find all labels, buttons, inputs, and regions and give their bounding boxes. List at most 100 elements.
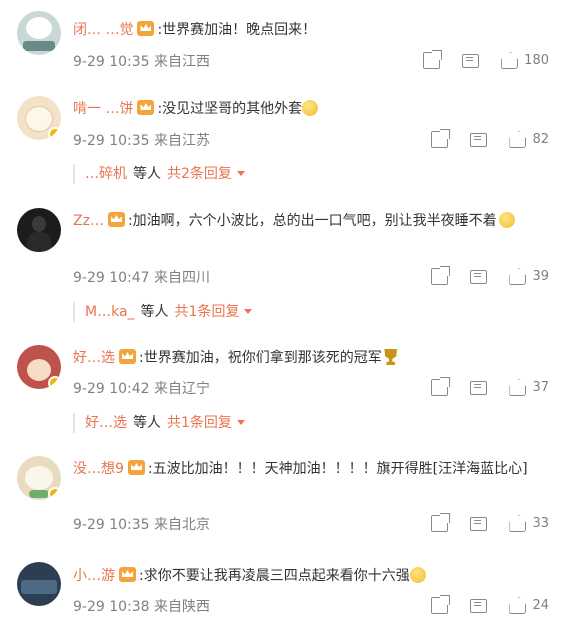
avatar[interactable] [17,96,61,140]
comment-actions: 39 [431,266,549,285]
timestamp: 9-29 10:35 [73,133,150,149]
like-button[interactable]: 39 [509,268,549,285]
comment-meta: 9-29 10:35 来自江苏 [73,130,210,150]
share-button[interactable] [423,50,443,69]
share-button[interactable] [431,595,451,614]
emoji-icon [409,567,426,583]
reply-etc: 等人 [133,415,161,431]
share-button[interactable] [431,513,451,532]
location: 来自江苏 [154,133,211,149]
reply-button[interactable] [462,53,480,68]
crown-badge-icon [137,21,155,36]
expand-replies-link[interactable]: 共1条回复 [167,415,232,431]
like-count: 24 [532,598,549,613]
avatar[interactable] [17,562,61,606]
share-icon [431,513,451,532]
username[interactable]: 闭… …觉 [73,22,133,38]
username[interactable]: 没…想9 [73,461,124,477]
username[interactable]: Zz… [73,213,104,229]
share-icon [431,129,451,148]
share-icon [431,266,451,285]
reply-author[interactable]: …碎机 [85,166,127,182]
expand-replies-link[interactable]: 共2条回复 [167,166,232,182]
like-button[interactable]: 180 [501,52,549,69]
reply-etc: 等人 [133,166,161,182]
share-icon [431,377,451,396]
reply-button[interactable] [470,380,488,395]
comment-icon [470,380,488,395]
comment-actions: 180 [423,50,549,69]
share-button[interactable] [431,377,451,396]
reply-etc: 等人 [140,304,169,320]
reply-button[interactable] [470,269,488,284]
thumbs-up-icon [509,268,527,285]
username[interactable]: 啃一 …饼 [73,101,133,117]
comment-actions: 24 [431,595,549,614]
avatar[interactable] [17,456,61,500]
reply-author[interactable]: 好…选 [85,415,127,431]
like-count: 33 [532,516,549,531]
like-count: 39 [532,269,549,284]
reply-button[interactable] [470,598,488,613]
comment-text: :五波比加油！！！天神加油！！！！旗开得胜[汪洋海蓝比心] [147,461,528,477]
reply-button[interactable] [470,516,488,531]
location: 来自陕西 [154,599,211,615]
like-button[interactable]: 24 [509,597,549,614]
avatar[interactable] [17,208,61,252]
expand-replies-link[interactable]: 共1条回复 [175,304,240,320]
like-count: 82 [532,132,549,147]
timestamp: 9-29 10:38 [73,599,150,615]
thumbs-up-icon [509,131,527,148]
comment-meta: 9-29 10:35 来自江西 [73,51,210,71]
timestamp: 9-29 10:47 [73,270,150,286]
like-button[interactable]: 82 [509,131,549,148]
username[interactable]: 小…游 [73,568,115,584]
like-count: 37 [532,380,549,395]
reply-summary[interactable]: 好…选 等人 共1条回复 [73,413,245,433]
reply-author[interactable]: M…ka_ [85,304,135,320]
comment-body: Zz… :加油啊，六个小波比，总的出一口气吧，别让我半夜睡不着 [73,210,555,232]
thumbs-up-icon [501,52,519,69]
caret-down-icon [244,309,253,314]
comment-icon [470,598,488,613]
like-button[interactable]: 33 [509,515,549,532]
caret-down-icon [236,171,245,176]
comment-text: :加油啊，六个小波比，总的出一口气吧，别让我半夜睡不着 [127,213,497,229]
reply-summary[interactable]: …碎机 等人 共2条回复 [73,164,245,184]
like-count: 180 [524,53,549,68]
crown-badge-icon [119,349,136,364]
location: 来自四川 [154,270,211,286]
comment-text: :没见过坚哥的其他外套 [157,101,303,117]
caret-down-icon [236,420,245,425]
like-button[interactable]: 37 [509,379,549,396]
emoji-icon [302,100,319,116]
reply-button[interactable] [470,132,488,147]
reply-summary[interactable]: M…ka_ 等人 共1条回复 [73,302,253,322]
thumbs-up-icon [509,597,527,614]
comment-actions: 82 [431,129,549,148]
trophy-icon [384,349,398,365]
comment-actions: 37 [431,377,549,396]
comment-meta: 9-29 10:42 来自辽宁 [73,378,210,398]
avatar[interactable] [17,345,61,389]
crown-badge-icon [119,567,136,582]
thumbs-up-icon [509,379,527,396]
comment-body: 没…想9 :五波比加油！！！天神加油！！！！旗开得胜[汪洋海蓝比心] [73,458,555,480]
comment-meta: 9-29 10:38 来自陕西 [73,596,210,616]
comment-actions: 33 [431,513,549,532]
username[interactable]: 好…选 [73,350,115,366]
avatar[interactable] [17,11,61,55]
share-button[interactable] [431,129,451,148]
comment-icon [462,53,480,68]
timestamp: 9-29 10:42 [73,381,150,397]
emoji-icon [498,212,515,228]
verified-badge-icon [48,487,61,500]
verified-badge-icon [48,127,61,140]
thumbs-up-icon [509,515,527,532]
share-button[interactable] [431,266,451,285]
crown-badge-icon [137,100,155,115]
location: 来自北京 [154,517,211,533]
comment-icon [470,132,488,147]
verified-badge-icon [48,376,61,389]
comment-icon [470,269,488,284]
